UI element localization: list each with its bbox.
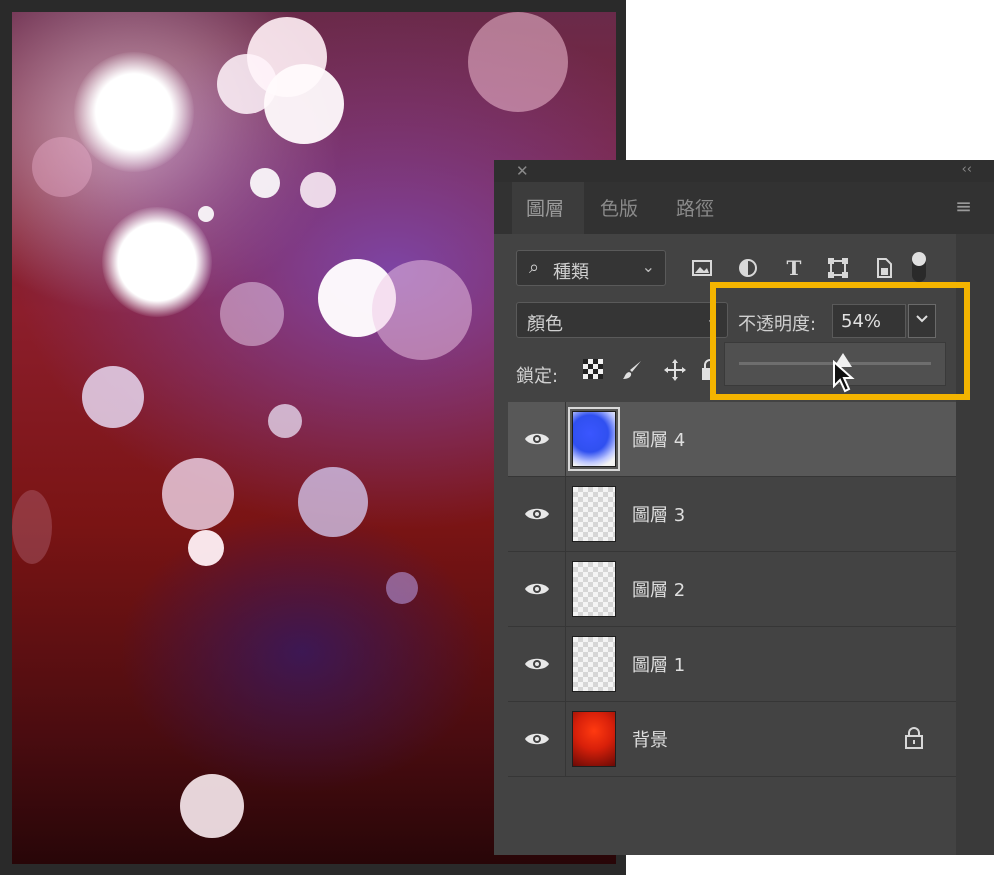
visibility-toggle[interactable] xyxy=(508,402,566,477)
opacity-highlight-box xyxy=(710,282,970,400)
panel-header-bar: ✕ ‹‹ xyxy=(494,160,994,182)
bokeh-light xyxy=(74,52,194,172)
bokeh-light xyxy=(198,206,214,222)
bokeh-light xyxy=(298,467,368,537)
bokeh-light xyxy=(162,458,234,530)
eye-icon xyxy=(525,508,549,520)
close-icon[interactable]: ✕ xyxy=(516,162,529,180)
lock-transparent-pixels-icon[interactable] xyxy=(580,358,606,384)
bokeh-light xyxy=(386,572,418,604)
eye-icon xyxy=(525,433,549,445)
filter-toggle-switch[interactable] xyxy=(912,252,926,282)
panel-tab-bar: 圖層 色版 路徑 ≡ xyxy=(494,182,994,234)
eye-icon xyxy=(525,733,549,745)
search-icon: ⌕ xyxy=(529,257,540,278)
layer-thumbnail xyxy=(572,411,616,467)
layer-row[interactable]: 圖層 2 xyxy=(508,552,956,627)
layer-name[interactable]: 圖層 1 xyxy=(632,651,685,677)
layer-name[interactable]: 背景 xyxy=(632,726,668,752)
bokeh-light xyxy=(180,774,244,838)
bokeh-light xyxy=(300,172,336,208)
layer-row[interactable]: 圖層 1 xyxy=(508,627,956,702)
hamburger-menu-icon[interactable]: ≡ xyxy=(955,194,972,218)
collapse-panel-icon[interactable]: ‹‹ xyxy=(962,162,972,177)
lock-icon xyxy=(905,727,923,749)
eye-icon xyxy=(525,583,549,595)
adjustment-filter-icon[interactable] xyxy=(736,256,760,280)
bokeh-light xyxy=(188,530,224,566)
visibility-toggle[interactable] xyxy=(508,552,566,627)
visibility-toggle[interactable] xyxy=(508,702,566,777)
layers-panel: ✕ ‹‹ 圖層 色版 路徑 ≡ ⌕ 種類 ⌄ T 顏色 ⌄ 不透明度: 54% xyxy=(494,160,994,855)
bokeh-light xyxy=(32,137,92,197)
bokeh-light xyxy=(12,490,52,564)
image-filter-icon[interactable] xyxy=(690,256,714,280)
bokeh-light xyxy=(468,12,568,112)
bokeh-light xyxy=(268,404,302,438)
layer-name[interactable]: 圖層 3 xyxy=(632,501,685,527)
layer-name[interactable]: 圖層 4 xyxy=(632,426,685,452)
bokeh-light xyxy=(102,207,212,317)
visibility-toggle[interactable] xyxy=(508,477,566,552)
lock-position-icon[interactable] xyxy=(662,358,688,384)
layer-row[interactable]: 圖層 3 xyxy=(508,477,956,552)
layer-thumbnail xyxy=(572,486,616,542)
tab-layers[interactable]: 圖層 xyxy=(526,194,564,221)
layers-list: 圖層 4 圖層 3 圖層 2 圖層 1 背景 xyxy=(508,402,956,777)
tab-channels[interactable]: 色版 xyxy=(600,194,638,221)
toggle-knob xyxy=(912,252,926,266)
bokeh-light xyxy=(264,64,344,144)
layer-row[interactable]: 圖層 4 xyxy=(508,402,956,477)
blend-mode-select[interactable]: 顏色 ⌄ xyxy=(516,302,728,338)
visibility-toggle[interactable] xyxy=(508,627,566,702)
bokeh-light xyxy=(82,366,144,428)
bokeh-light xyxy=(372,260,472,360)
kind-select-label: 種類 xyxy=(553,262,589,283)
chevron-down-icon: ⌄ xyxy=(641,257,655,276)
layer-thumbnail xyxy=(572,711,616,767)
layer-filter-kind-select[interactable]: ⌕ 種類 ⌄ xyxy=(516,250,666,286)
smart-object-filter-icon[interactable] xyxy=(872,256,896,280)
layer-name[interactable]: 圖層 2 xyxy=(632,576,685,602)
layer-row[interactable]: 背景 xyxy=(508,702,956,777)
eye-icon xyxy=(525,658,549,670)
shape-filter-icon[interactable] xyxy=(826,256,850,280)
bokeh-light xyxy=(220,282,284,346)
lock-label: 鎖定: xyxy=(516,366,559,387)
layer-thumbnail xyxy=(572,561,616,617)
type-filter-icon[interactable]: T xyxy=(782,256,806,280)
blend-mode-value: 顏色 xyxy=(527,314,563,335)
bokeh-light xyxy=(250,168,280,198)
lock-image-pixels-icon[interactable] xyxy=(620,358,646,384)
layer-thumbnail xyxy=(572,636,616,692)
tab-paths[interactable]: 路徑 xyxy=(676,194,714,221)
